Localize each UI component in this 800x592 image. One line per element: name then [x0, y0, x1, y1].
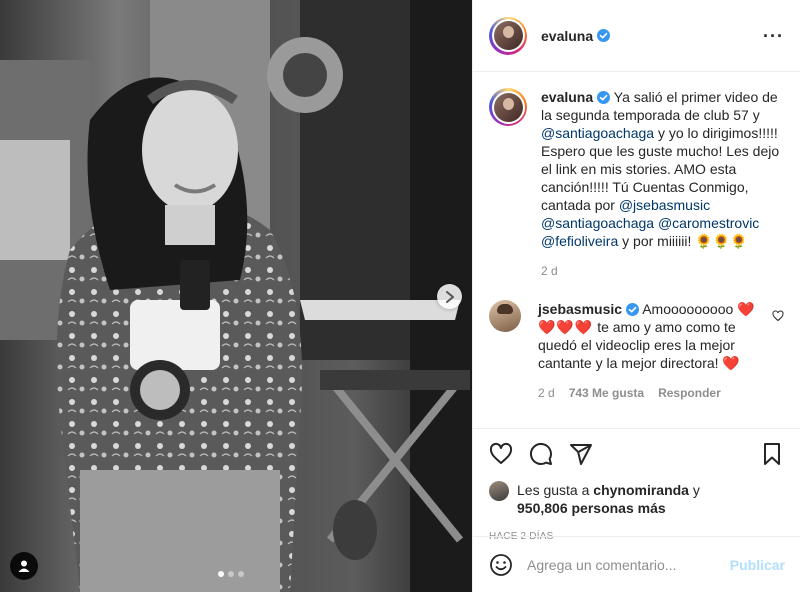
- mention-link[interactable]: @jsebasmusic: [619, 197, 710, 213]
- caption-text-3: y por miiiiii! 🌻🌻🌻: [622, 233, 748, 249]
- likes-prefix: Les gusta a: [517, 482, 590, 498]
- comment-time[interactable]: 2 d: [538, 386, 555, 400]
- reply-button[interactable]: Responder: [658, 386, 721, 400]
- comment-text-1: Amooooooooo: [642, 301, 734, 317]
- carousel-indicator: [218, 571, 244, 577]
- caption: evaluna Ya salió el primer video de la s…: [489, 88, 784, 278]
- liker-username[interactable]: chynomiranda: [593, 482, 689, 498]
- post-photo[interactable]: [0, 0, 472, 592]
- like-comment-heart-icon[interactable]: [772, 310, 784, 322]
- carousel-dot: [218, 571, 224, 577]
- comment-likes[interactable]: 743 Me gusta: [569, 386, 644, 400]
- add-comment-bar: Publicar: [473, 536, 800, 592]
- mention-link[interactable]: @santiagoachaga: [541, 125, 654, 141]
- comment-input[interactable]: [527, 556, 730, 573]
- instagram-post: evaluna ··· evaluna Ya salió el primer v…: [0, 0, 800, 592]
- verified-badge-icon: [597, 91, 611, 104]
- chevron-right-icon: [445, 290, 454, 303]
- comment-item: jsebasmusic Amooooooooo ❤️❤️❤️❤️ te amo …: [489, 300, 784, 400]
- next-slide-button[interactable]: [437, 284, 462, 309]
- emoji-smiley-icon[interactable]: [489, 553, 513, 577]
- publish-button[interactable]: Publicar: [730, 557, 785, 573]
- action-bar: [489, 429, 784, 479]
- mention-link[interactable]: @santiagoachaga: [541, 215, 654, 231]
- likes-connector: y: [692, 482, 700, 498]
- likes-summary: Les gusta a chynomiranda y 950,806 perso…: [489, 481, 784, 517]
- mention-link[interactable]: @caromestrovic: [658, 215, 759, 231]
- commenter-username[interactable]: jsebasmusic: [538, 301, 622, 317]
- caption-time[interactable]: 2 d: [541, 264, 558, 278]
- share-paper-plane-icon[interactable]: [569, 442, 593, 466]
- liker-avatar[interactable]: [489, 481, 509, 501]
- save-bookmark-icon[interactable]: [760, 442, 784, 466]
- post-actions: Les gusta a chynomiranda y 950,806 perso…: [473, 428, 800, 542]
- verified-badge-icon: [597, 29, 611, 42]
- carousel-dot: [228, 571, 234, 577]
- comment-meta: 2 d 743 Me gusta Responder: [538, 386, 768, 400]
- user-tag-icon: [18, 560, 30, 572]
- comment-text: jsebasmusic Amooooooooo ❤️❤️❤️❤️ te amo …: [538, 300, 768, 372]
- likes-count[interactable]: 950,806 personas más: [517, 500, 666, 516]
- carousel-dot: [238, 571, 244, 577]
- like-heart-icon[interactable]: [489, 442, 513, 466]
- more-options-button[interactable]: ···: [763, 26, 784, 47]
- caption-meta: 2 d: [541, 264, 789, 278]
- author-avatar[interactable]: [489, 16, 527, 55]
- caption-username[interactable]: evaluna: [541, 89, 593, 105]
- caption-avatar[interactable]: [489, 88, 527, 126]
- comment-bubble-icon[interactable]: [529, 442, 553, 466]
- photo-image: [0, 0, 472, 592]
- tagged-users-button[interactable]: [10, 552, 38, 580]
- author-username[interactable]: evaluna: [541, 28, 593, 44]
- comments-section: evaluna Ya salió el primer video de la s…: [473, 72, 800, 428]
- post-details-panel: evaluna ··· evaluna Ya salió el primer v…: [472, 0, 800, 592]
- commenter-avatar[interactable]: [489, 300, 521, 332]
- likes-text: Les gusta a chynomiranda y 950,806 perso…: [517, 481, 700, 517]
- mention-link[interactable]: @fefioliveira: [541, 233, 618, 249]
- verified-badge-icon: [626, 303, 640, 316]
- caption-text: evaluna Ya salió el primer video de la s…: [541, 88, 789, 250]
- post-header: evaluna ···: [473, 0, 800, 72]
